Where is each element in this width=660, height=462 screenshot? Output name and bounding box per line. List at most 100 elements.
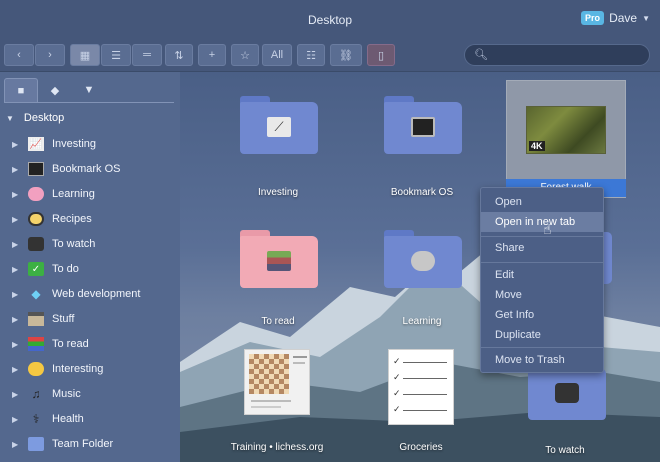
menu-item-share[interactable]: Share	[481, 238, 603, 258]
4k-badge: 4K	[529, 141, 545, 151]
all-label: All	[270, 49, 284, 61]
brain-icon	[411, 251, 435, 271]
sidebar-item-interesting[interactable]: ▶ Interesting	[12, 359, 103, 379]
sidebar-item-label: Web development	[52, 288, 141, 300]
expand-right-icon: ▶	[12, 364, 19, 374]
sidebar-item-health[interactable]: ▶ ⚕ Health	[12, 409, 84, 429]
sidebar-root-desktop[interactable]: ▼ Desktop	[6, 112, 64, 124]
sidebar-item-label: Investing	[52, 138, 97, 150]
folder-icon	[28, 437, 44, 451]
tile-label: Bookmark OS	[390, 187, 454, 198]
chessboard-image	[249, 354, 289, 394]
chevron-down-icon: ▼	[642, 13, 650, 23]
grid-icon: ▦	[79, 49, 91, 62]
plus-icon: +	[208, 49, 216, 61]
expand-right-icon: ▶	[12, 389, 19, 399]
chess-square	[284, 389, 289, 394]
folder-to-read[interactable]	[240, 230, 318, 288]
sidebar-item-to-watch[interactable]: ▶ To watch	[12, 234, 95, 254]
context-menu: Open Open in new tab Share Edit Move Get…	[480, 187, 604, 373]
compact-list-icon: ═	[143, 49, 151, 61]
folder-bookmark-os[interactable]	[384, 96, 462, 154]
window-title: Desktop	[307, 13, 353, 27]
checkmark-icon: ✓	[28, 262, 44, 276]
chart-icon: 📈	[28, 137, 44, 151]
checkmark-icon: ✓	[393, 372, 401, 382]
menu-item-duplicate[interactable]: Duplicate	[481, 325, 603, 345]
link-icon: ⛓	[339, 49, 353, 62]
link-button[interactable]: ⛓	[330, 44, 362, 66]
expand-right-icon: ▶	[12, 139, 19, 149]
tab-folders[interactable]: ■	[4, 78, 38, 102]
chart-icon: ⟋	[267, 117, 291, 137]
list-view-button[interactable]: ☰	[101, 44, 131, 66]
tile-label: To watch	[545, 445, 585, 456]
menu-separator	[481, 262, 603, 263]
favorites-button[interactable]: ☆	[231, 44, 259, 66]
expand-right-icon: ▶	[12, 164, 19, 174]
tag-icon: ◆	[50, 84, 60, 97]
filter-all-button[interactable]: All	[262, 44, 292, 66]
sidebar-item-to-do[interactable]: ▶ ✓ To do	[12, 259, 79, 279]
checkmark-icon: ✓	[393, 404, 401, 414]
forward-button[interactable]: ›	[35, 44, 65, 66]
sidebar-item-team-folder[interactable]: ▶ Team Folder	[12, 434, 113, 454]
menu-item-open-new-tab[interactable]: Open in new tab	[481, 212, 603, 232]
expand-right-icon: ▶	[12, 214, 19, 224]
expand-right-icon: ▶	[12, 239, 19, 249]
divider	[4, 102, 174, 103]
sidebar-item-stuff[interactable]: ▶ Stuff	[12, 309, 74, 329]
sidebar-item-music[interactable]: ▶ ♫ Music	[12, 384, 81, 404]
sort-icon: ⇅	[174, 49, 184, 62]
user-menu[interactable]: Pro Dave ▼	[581, 11, 650, 25]
menu-item-move[interactable]: Move	[481, 285, 603, 305]
sidebar-item-learning[interactable]: ▶ Learning	[12, 184, 95, 204]
sidebar-item-to-read[interactable]: ▶ To read	[12, 334, 89, 354]
compact-view-button[interactable]: ═	[132, 44, 162, 66]
sidebar-item-recipes[interactable]: ▶ Recipes	[12, 209, 92, 229]
chevron-right-icon: ›	[48, 49, 52, 61]
sidebar-item-label: Recipes	[52, 213, 92, 225]
menu-item-move-to-trash[interactable]: Move to Trash	[481, 350, 603, 370]
panel-icon: ▯	[377, 49, 385, 62]
tile-label: Investing	[257, 187, 299, 198]
checklist-button[interactable]: ☷	[297, 44, 325, 66]
sidebar-root-label: Desktop	[23, 112, 65, 124]
books-icon	[267, 251, 291, 271]
tv-icon	[28, 237, 44, 251]
tile-label: Groceries	[399, 442, 443, 453]
folder-investing[interactable]: ⟋	[240, 96, 318, 154]
sidebar-item-web-development[interactable]: ▶ ◆ Web development	[12, 284, 140, 304]
sidebar-item-label: Stuff	[52, 313, 75, 325]
diamond-icon: ◆	[31, 287, 41, 301]
thinking-face-icon	[28, 362, 44, 376]
checkmark-icon: ✓	[393, 388, 401, 398]
expand-down-icon: ▼	[6, 113, 14, 123]
menu-item-get-info[interactable]: Get Info	[481, 305, 603, 325]
search-input[interactable]: 🔍︎	[464, 44, 650, 66]
folder-learning[interactable]	[384, 230, 462, 288]
back-button[interactable]: ‹	[4, 44, 34, 66]
box-icon	[28, 312, 44, 326]
thumbnail-groceries[interactable]: ✓ ✓ ✓ ✓	[388, 349, 454, 425]
sidebar-item-label: Music	[52, 388, 81, 400]
tab-filters[interactable]: ▼	[72, 78, 106, 102]
sidebar-item-investing[interactable]: ▶ 📈 Investing	[12, 134, 96, 154]
toolbar: ‹ › ▦ ☰ ═ ⇅ + ☆ All ☷ ⛓ ▯ 🔍︎	[0, 40, 660, 72]
sidebar-item-bookmark-os[interactable]: ▶ Bookmark OS	[12, 159, 120, 179]
sidebar-tabs: ■ ◆ ▼	[4, 78, 106, 102]
thumbnail-lichess[interactable]	[244, 349, 310, 415]
add-button[interactable]: +	[198, 44, 226, 66]
menu-item-edit[interactable]: Edit	[481, 265, 603, 285]
grid-view-button[interactable]: ▦	[70, 44, 100, 66]
expand-right-icon: ▶	[12, 439, 19, 449]
sort-button[interactable]: ⇅	[165, 44, 193, 66]
music-note-icon: ♫	[31, 387, 41, 401]
video-thumbnail[interactable]: 4K	[526, 106, 606, 154]
panel-toggle-button[interactable]: ▯	[367, 44, 395, 66]
menu-separator	[481, 236, 603, 237]
expand-right-icon: ▶	[12, 414, 19, 424]
sidebar-item-label: To read	[52, 338, 89, 350]
tab-tags[interactable]: ◆	[38, 78, 72, 102]
menu-item-open[interactable]: Open	[481, 192, 603, 212]
